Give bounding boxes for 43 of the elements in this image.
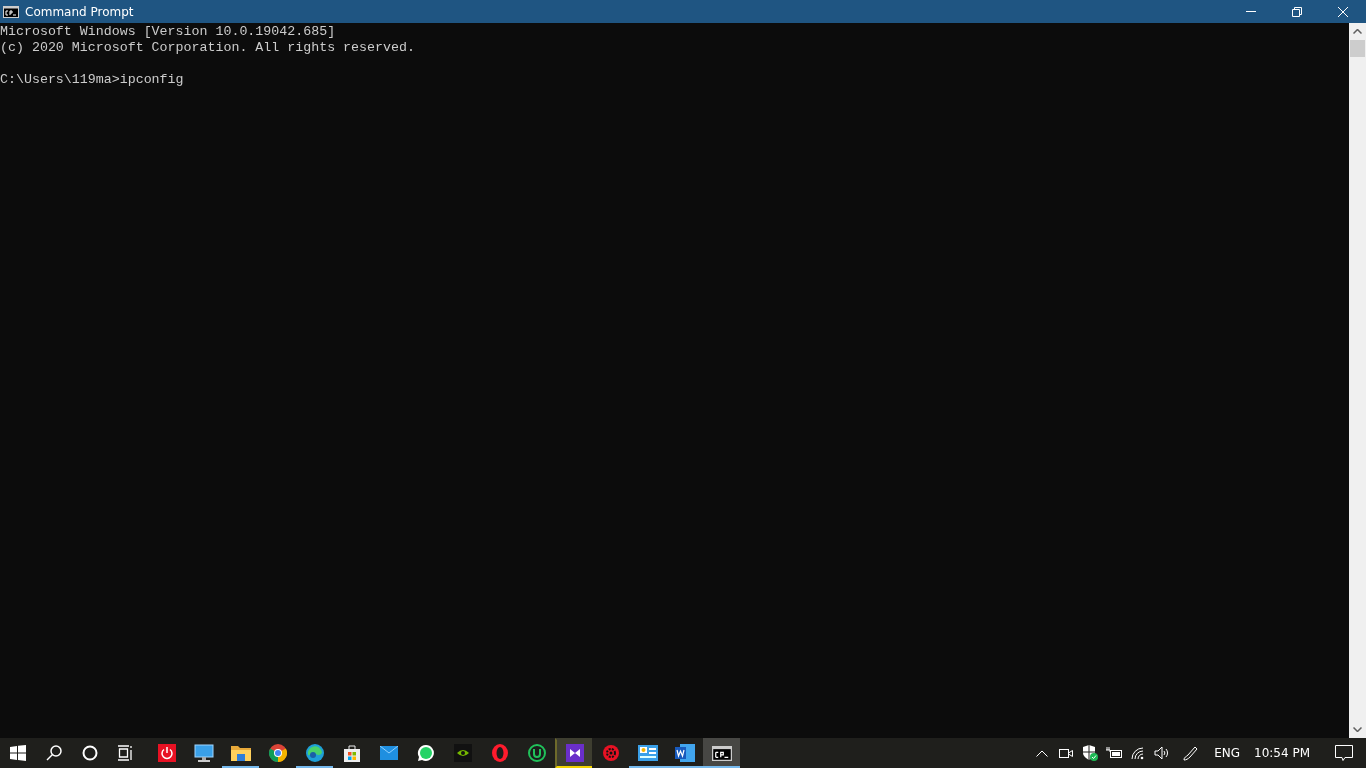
speech-bubble-icon: [1335, 744, 1353, 762]
caret-down-icon: [1353, 727, 1362, 732]
console-icon: [3, 5, 19, 18]
language-indicator[interactable]: ENG: [1206, 738, 1248, 768]
control-panel-icon: [637, 745, 658, 761]
envelope-icon: [379, 746, 398, 760]
console-line: Microsoft Windows [Version 10.0.19042.685]: [0, 24, 336, 40]
shopping-bag-icon: [342, 744, 361, 762]
scrollbar-thumb[interactable]: [1350, 40, 1365, 57]
browser-swirl-icon: [305, 744, 324, 762]
bowtie-icon: [565, 744, 584, 762]
document-w-icon: [674, 744, 695, 762]
caret-up-icon: [1353, 29, 1362, 34]
u-circle-icon: [527, 744, 546, 762]
ring-o-icon: [490, 744, 509, 762]
minimize-icon: [1246, 11, 1256, 12]
taskbar-app-button[interactable]: [555, 738, 592, 768]
search-icon: [46, 745, 62, 761]
battery-charging-icon[interactable]: [1105, 747, 1124, 759]
pen-icon[interactable]: [1182, 745, 1199, 761]
console-line: C:\Users\119ma>ipconfig: [0, 72, 184, 88]
monitor-icon: [193, 744, 214, 762]
eye-logo-icon: [453, 744, 472, 762]
scrollbar[interactable]: [1349, 23, 1366, 738]
circle-icon: [82, 745, 98, 761]
folder-icon: [230, 745, 251, 761]
windows-logo-icon: [10, 745, 26, 761]
restore-icon: [1292, 6, 1302, 17]
chrome-icon: [268, 744, 287, 762]
clock[interactable]: 10:54 PM: [1248, 738, 1322, 768]
chevron-up-icon[interactable]: [1036, 749, 1049, 757]
close-icon: [1338, 6, 1348, 17]
console-line: (c) 2020 Microsoft Corporation. All rights reserved.: [0, 40, 415, 56]
video-camera-icon[interactable]: [1059, 746, 1074, 760]
speaker-icon[interactable]: [1154, 746, 1171, 760]
power-icon: [157, 744, 176, 762]
console-icon: [711, 745, 732, 761]
window-title: Command Prompt: [25, 4, 135, 19]
chat-bubble-icon: [416, 744, 435, 762]
shield-check-icon[interactable]: [1082, 745, 1099, 761]
task-view-icon: [118, 745, 134, 761]
taskbar-app-button[interactable]: [703, 738, 740, 768]
gear-icon: [601, 744, 620, 762]
